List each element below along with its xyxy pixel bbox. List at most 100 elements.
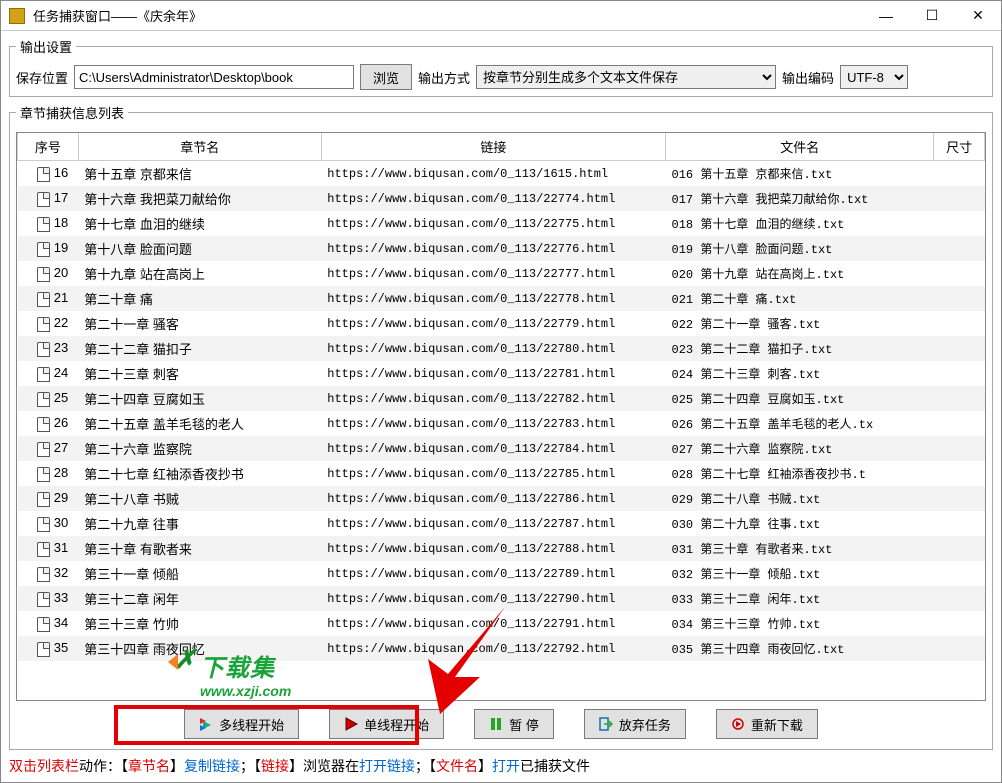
cell-no: 17 xyxy=(18,186,79,211)
cell-file: 022 第二十一章 骚客.txt xyxy=(666,311,934,336)
close-button[interactable]: ✕ xyxy=(955,1,1001,31)
pause-button[interactable]: 暂 停 xyxy=(474,709,554,739)
cell-no: 25 xyxy=(18,386,79,411)
cell-chapter: 第三十三章 竹帅 xyxy=(78,611,321,636)
hint-t12: 】 xyxy=(478,758,492,774)
cell-no: 27 xyxy=(18,436,79,461)
col-file-header[interactable]: 文件名 xyxy=(666,133,934,161)
table-row[interactable]: 19第十八章 脸面问题https://www.biqusan.com/0_113… xyxy=(18,236,985,261)
document-icon xyxy=(37,392,50,407)
maximize-button[interactable]: ☐ xyxy=(909,1,955,31)
cell-no: 24 xyxy=(18,361,79,386)
cell-no: 32 xyxy=(18,561,79,586)
table-row[interactable]: 31第三十章 有歌者来https://www.biqusan.com/0_113… xyxy=(18,536,985,561)
abandon-button[interactable]: 放弃任务 xyxy=(584,709,686,739)
col-size-header[interactable]: 尺寸 xyxy=(934,133,985,161)
cell-no: 18 xyxy=(18,211,79,236)
hint-t14: 已捕获文件 xyxy=(520,758,590,774)
abandon-label: 放弃任务 xyxy=(619,715,671,734)
minimize-button[interactable]: — xyxy=(863,1,909,31)
cell-chapter: 第二十九章 往事 xyxy=(78,511,321,536)
cell-file: 030 第二十九章 往事.txt xyxy=(666,511,934,536)
col-chapter-header[interactable]: 章节名 xyxy=(78,133,321,161)
col-link-header[interactable]: 链接 xyxy=(321,133,665,161)
redownload-label: 重新下载 xyxy=(751,715,803,734)
table-row[interactable]: 22第二十一章 骚客https://www.biqusan.com/0_113/… xyxy=(18,311,985,336)
cell-chapter: 第二十七章 红袖添香夜抄书 xyxy=(78,461,321,486)
table-row[interactable]: 33第三十二章 闲年https://www.biqusan.com/0_113/… xyxy=(18,586,985,611)
cell-link: https://www.biqusan.com/0_113/22792.html xyxy=(321,636,665,661)
table-row[interactable]: 26第二十五章 盖羊毛毯的老人https://www.biqusan.com/0… xyxy=(18,411,985,436)
table-row[interactable]: 30第二十九章 往事https://www.biqusan.com/0_113/… xyxy=(18,511,985,536)
output-mode-label: 输出方式 xyxy=(418,68,470,87)
play-single-icon xyxy=(344,717,358,731)
cell-file: 024 第二十三章 刺客.txt xyxy=(666,361,934,386)
chapter-table: 序号 章节名 链接 文件名 尺寸 16第十五章 京都来信https://www.… xyxy=(17,133,985,661)
table-row[interactable]: 29第二十八章 书贼https://www.biqusan.com/0_113/… xyxy=(18,486,985,511)
cell-file: 032 第三十一章 倾船.txt xyxy=(666,561,934,586)
output-mode-select[interactable]: 按章节分别生成多个文本文件保存 xyxy=(476,65,776,89)
table-row[interactable]: 20第十九章 站在高岗上https://www.biqusan.com/0_11… xyxy=(18,261,985,286)
table-row[interactable]: 24第二十三章 刺客https://www.biqusan.com/0_113/… xyxy=(18,361,985,386)
col-no-header[interactable]: 序号 xyxy=(18,133,79,161)
hint-t1: 双击列表栏 xyxy=(9,758,79,774)
save-location-input[interactable] xyxy=(74,65,354,89)
table-row[interactable]: 35第三十四章 雨夜回忆https://www.biqusan.com/0_11… xyxy=(18,636,985,661)
hint-bar: 双击列表栏动作：【章节名】复制链接；【链接】浏览器在打开链接；【文件名】打开已捕… xyxy=(1,752,1001,782)
cell-size xyxy=(934,336,985,361)
cell-no: 33 xyxy=(18,586,79,611)
cell-file: 025 第二十四章 豆腐如玉.txt xyxy=(666,386,934,411)
table-row[interactable]: 21第二十章 痛https://www.biqusan.com/0_113/22… xyxy=(18,286,985,311)
cell-chapter: 第二十三章 刺客 xyxy=(78,361,321,386)
cell-size xyxy=(934,586,985,611)
encoding-label: 输出编码 xyxy=(782,68,834,87)
table-row[interactable]: 28第二十七章 红袖添香夜抄书https://www.biqusan.com/0… xyxy=(18,461,985,486)
cell-link: https://www.biqusan.com/0_113/22776.html xyxy=(321,236,665,261)
cell-no: 31 xyxy=(18,536,79,561)
table-row[interactable]: 18第十七章 血泪的继续https://www.biqusan.com/0_11… xyxy=(18,211,985,236)
cell-no: 23 xyxy=(18,336,79,361)
cell-file: 020 第十九章 站在高岗上.txt xyxy=(666,261,934,286)
cell-chapter: 第二十四章 豆腐如玉 xyxy=(78,386,321,411)
table-row[interactable]: 17第十六章 我把菜刀献给你https://www.biqusan.com/0_… xyxy=(18,186,985,211)
cell-no: 16 xyxy=(18,161,79,187)
multithread-start-button[interactable]: 多线程开始 xyxy=(184,709,299,739)
titlebar: 任务捕获窗口——《庆余年》 — ☐ ✕ xyxy=(1,1,1001,31)
table-row[interactable]: 34第三十三章 竹帅https://www.biqusan.com/0_113/… xyxy=(18,611,985,636)
exit-icon xyxy=(599,717,613,731)
play-multi-icon xyxy=(199,717,213,731)
cell-chapter: 第二十二章 猫扣子 xyxy=(78,336,321,361)
cell-file: 021 第二十章 痛.txt xyxy=(666,286,934,311)
document-icon xyxy=(37,642,50,657)
table-row[interactable]: 32第三十一章 倾船https://www.biqusan.com/0_113/… xyxy=(18,561,985,586)
cell-link: https://www.biqusan.com/0_113/22775.html xyxy=(321,211,665,236)
cell-size xyxy=(934,286,985,311)
hint-t6: ；【 xyxy=(240,758,261,774)
hint-t4: 】 xyxy=(170,758,184,774)
table-row[interactable]: 27第二十六章 监察院https://www.biqusan.com/0_113… xyxy=(18,436,985,461)
document-icon xyxy=(37,367,50,382)
redownload-button[interactable]: 重新下载 xyxy=(716,709,818,739)
table-row[interactable]: 16第十五章 京都来信https://www.biqusan.com/0_113… xyxy=(18,161,985,187)
cell-size xyxy=(934,561,985,586)
chapter-list-legend: 章节捕获信息列表 xyxy=(16,103,128,122)
cell-link: https://www.biqusan.com/0_113/22785.html xyxy=(321,461,665,486)
encoding-select[interactable]: UTF-8 xyxy=(840,65,908,89)
cell-size xyxy=(934,186,985,211)
output-settings-group: 输出设置 保存位置 浏览 输出方式 按章节分别生成多个文本文件保存 输出编码 U… xyxy=(9,37,993,97)
cell-file: 028 第二十七章 红袖添香夜抄书.t xyxy=(666,461,934,486)
cell-no: 29 xyxy=(18,486,79,511)
pause-icon xyxy=(489,717,503,731)
table-row[interactable]: 23第二十二章 猫扣子https://www.biqusan.com/0_113… xyxy=(18,336,985,361)
cell-link: https://www.biqusan.com/0_113/22784.html xyxy=(321,436,665,461)
document-icon xyxy=(37,192,50,207)
document-icon xyxy=(37,267,50,282)
table-wrap[interactable]: 序号 章节名 链接 文件名 尺寸 16第十五章 京都来信https://www.… xyxy=(16,132,986,701)
cell-size xyxy=(934,536,985,561)
cell-chapter: 第二十五章 盖羊毛毯的老人 xyxy=(78,411,321,436)
browse-button[interactable]: 浏览 xyxy=(360,64,412,90)
cell-link: https://www.biqusan.com/0_113/1615.html xyxy=(321,161,665,187)
output-row: 保存位置 浏览 输出方式 按章节分别生成多个文本文件保存 输出编码 UTF-8 xyxy=(16,64,986,90)
singlethread-start-button[interactable]: 单线程开始 xyxy=(329,709,444,739)
table-row[interactable]: 25第二十四章 豆腐如玉https://www.biqusan.com/0_11… xyxy=(18,386,985,411)
